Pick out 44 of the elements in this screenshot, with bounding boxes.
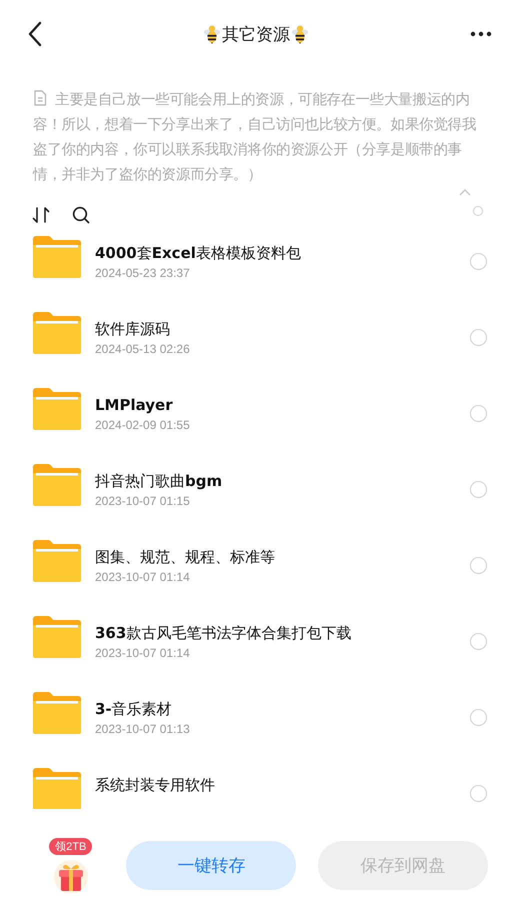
- folder-icon: [33, 540, 81, 582]
- select-checkbox[interactable]: [470, 329, 487, 346]
- select-checkbox[interactable]: [470, 785, 487, 802]
- file-name[interactable]: 363款古风毛笔书法字体合集打包下载: [95, 623, 352, 643]
- select-checkbox[interactable]: [470, 481, 487, 498]
- file-date: 2023-10-07 01:15: [95, 494, 191, 508]
- reward-badge[interactable]: 领2TB: [49, 838, 92, 855]
- file-name[interactable]: 系统封装专用软件: [95, 775, 215, 795]
- folder-icon: [33, 464, 81, 506]
- folder-icon: [33, 312, 81, 354]
- more-icon[interactable]: [470, 31, 492, 37]
- page-title: 其它资源: [222, 24, 290, 46]
- select-checkbox[interactable]: [470, 633, 487, 650]
- file-date: 2024-02-09 01:55: [95, 418, 190, 432]
- file-date: 2024-05-13 02:26: [95, 342, 190, 356]
- select-checkbox[interactable]: [470, 253, 487, 270]
- sort-icon[interactable]: [32, 206, 50, 224]
- document-icon: [33, 90, 47, 106]
- select-checkbox[interactable]: [470, 709, 487, 726]
- file-date: 2023-10-07 01:13: [95, 722, 190, 736]
- file-name[interactable]: LMPlayer: [95, 395, 190, 415]
- gift-icon[interactable]: [52, 859, 89, 893]
- file-date: 2024-05-23 23:37: [95, 266, 191, 280]
- file-name[interactable]: 软件库源码: [95, 319, 190, 339]
- select-checkbox[interactable]: [470, 557, 487, 574]
- folder-icon: [33, 616, 81, 658]
- select-all-checkbox[interactable]: [473, 206, 483, 216]
- folder-icon: [33, 388, 81, 430]
- back-icon[interactable]: [28, 21, 42, 47]
- bee-icon: [203, 24, 221, 44]
- description-text: 主要是自己放一些可能会用上的资源，可能存在一些大量搬运的内容！所以，想着一下分享出来了，自己访问也比较方便。如果你觉得我盗了你的内容，你可以联系我取消将你的资源公开（分享是顺带的事情，并非为了盗你的资源而分享。）: [33, 89, 478, 185]
- folder-icon: [33, 236, 81, 278]
- file-name[interactable]: 3-音乐素材: [95, 699, 190, 719]
- folder-icon: [33, 692, 81, 734]
- folder-icon: [33, 768, 81, 809]
- bee-icon: [291, 24, 309, 44]
- file-date: 2023-10-07 01:14: [95, 646, 191, 660]
- search-icon[interactable]: [72, 206, 90, 224]
- file-name[interactable]: 4000套Excel表格模板资料包: [95, 243, 301, 263]
- file-name[interactable]: 抖音热门歌曲bgm: [95, 471, 222, 491]
- file-date: 2023-10-07 01:14: [95, 570, 191, 584]
- file-name[interactable]: 图集、规范、规程、标准等: [95, 547, 275, 567]
- select-checkbox[interactable]: [470, 405, 487, 422]
- collapse-icon[interactable]: [459, 189, 471, 196]
